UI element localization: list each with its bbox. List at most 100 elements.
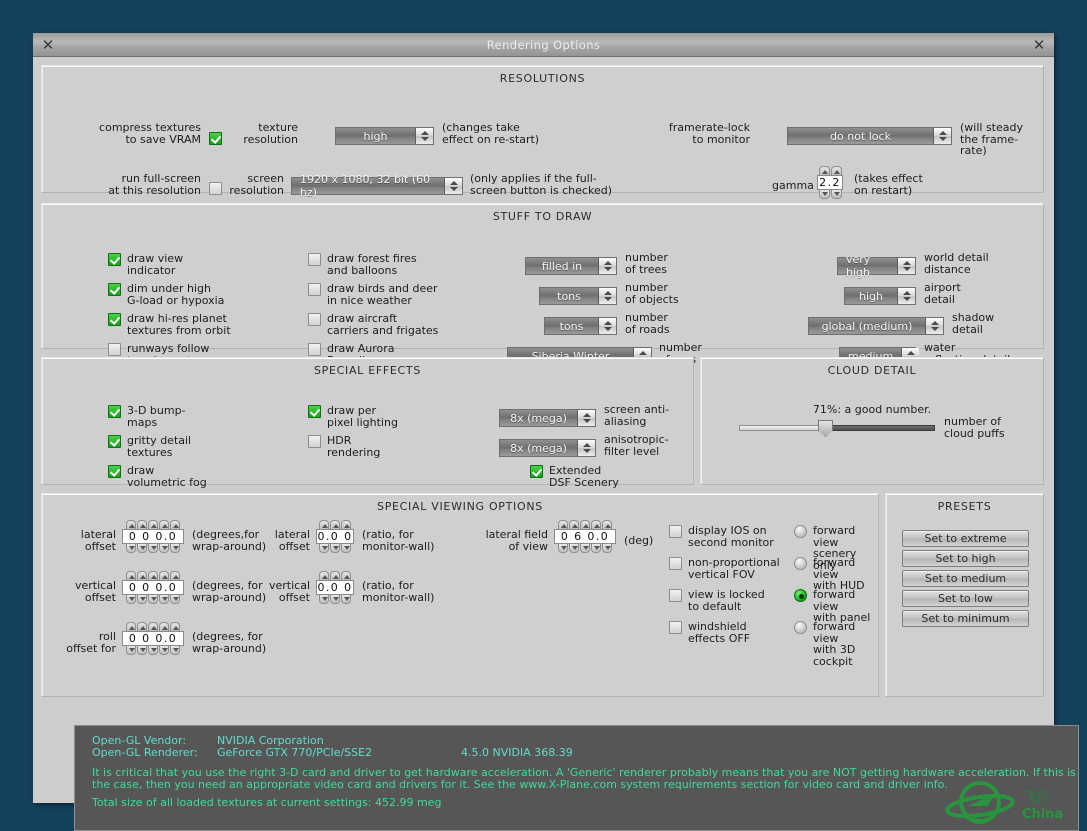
set-to-extreme-button[interactable]: Set to extreme	[902, 530, 1029, 547]
screen-resolution-dropdown[interactable]: 1920 x 1080, 32 bit (60 hz)	[291, 173, 463, 199]
forward-view-scenery-radio[interactable]	[794, 525, 807, 538]
lateral-fov-field[interactable]: 0 6 0.0 0	[554, 529, 616, 556]
forward-view-hud-row[interactable]: forward view with HUD	[794, 557, 878, 592]
hdr-rendering-checkbox[interactable]	[308, 435, 321, 448]
bump-maps-row[interactable]: 3-D bump- maps	[108, 405, 186, 428]
vertical-offset-degrees-note: (degrees, for wrap-around)	[192, 579, 267, 604]
lateral-offset-ratio-spinner[interactable]: 0.0 0	[316, 520, 354, 553]
number-of-roads-dropdown[interactable]: tons	[544, 317, 617, 335]
lateral-offset-ratio-field[interactable]: 0.0 0	[316, 529, 354, 544]
vertical-offset-degrees-field[interactable]: 0 0 0.0 0	[122, 580, 184, 607]
hdr-rendering-row[interactable]: HDR rendering	[308, 435, 380, 458]
forward-view-3d-cockpit-row[interactable]: forward view with 3D cockpit	[794, 621, 878, 667]
chevron-updown-icon	[578, 440, 595, 456]
vertical-offset-degrees-spinner[interactable]: 0 0 0.0 0	[122, 571, 184, 607]
forward-view-panel-row[interactable]: forward view with panel	[794, 589, 878, 624]
display-ios-checkbox[interactable]	[669, 525, 682, 538]
lateral-fov-spinner[interactable]: 0 6 0.0 0	[554, 520, 616, 556]
birds-deer-row[interactable]: draw birds and deer in nice weather	[308, 283, 438, 306]
set-to-high-button[interactable]: Set to high	[902, 550, 1029, 567]
anti-aliasing-label: screen anti- aliasing	[604, 403, 670, 428]
forward-view-panel-radio[interactable]	[794, 589, 807, 602]
compress-textures-checkbox[interactable]	[209, 132, 222, 145]
gritty-textures-checkbox[interactable]	[108, 435, 121, 448]
windshield-effects-checkbox[interactable]	[669, 621, 682, 634]
shadow-detail-dropdown[interactable]: global (medium)	[808, 317, 944, 335]
extended-dsf-checkbox[interactable]	[530, 465, 543, 478]
anisotropic-filter-label: anisotropic- filter level	[604, 433, 669, 458]
lateral-offset-degrees-field[interactable]: 0 0 0.0 0	[122, 529, 184, 556]
set-to-minimum-button[interactable]: Set to minimum	[902, 610, 1029, 627]
vertical-offset-ratio-spinner[interactable]: 0.0 0	[316, 571, 354, 604]
number-of-objects-dropdown[interactable]: tons	[539, 287, 617, 305]
per-pixel-lighting-row[interactable]: draw per pixel lighting	[308, 405, 398, 428]
forest-fires-checkbox[interactable]	[308, 253, 321, 266]
vertical-offset-ratio-field[interactable]: 0.0 0	[316, 580, 354, 595]
increase-arrows[interactable]	[319, 520, 351, 529]
non-proportional-fov-row[interactable]: non-proportional vertical FOV	[669, 557, 780, 580]
anti-aliasing-dropdown[interactable]: 8x (mega)	[499, 409, 596, 427]
decrease-arrows[interactable]	[126, 646, 180, 655]
texture-resolution-dropdown[interactable]: high	[335, 127, 434, 145]
forest-fires-row[interactable]: draw forest fires and balloons	[308, 253, 417, 276]
world-detail-distance-dropdown[interactable]: very high	[837, 253, 916, 279]
increase-arrows[interactable]	[126, 622, 180, 631]
number-of-trees-dropdown[interactable]: filled in	[525, 257, 617, 275]
bump-maps-checkbox[interactable]	[108, 405, 121, 418]
lateral-offset-degrees-spinner[interactable]: 0 0 0.0 0	[122, 520, 184, 556]
per-pixel-lighting-checkbox[interactable]	[308, 405, 321, 418]
roll-offset-spinner[interactable]: 0 0 0.0 0	[122, 622, 184, 658]
windshield-effects-row[interactable]: windshield effects OFF	[669, 621, 750, 644]
volumetric-fog-row[interactable]: draw volumetric fog	[108, 465, 207, 488]
stuff-to-draw-title: STUFF TO DRAW	[492, 210, 593, 223]
decrease-arrows[interactable]	[558, 544, 612, 553]
slider-knob[interactable]	[818, 420, 833, 437]
decrease-arrows[interactable]	[126, 595, 180, 604]
dim-under-g-load-checkbox[interactable]	[108, 283, 121, 296]
increase-arrows[interactable]	[126, 520, 180, 529]
volumetric-fog-checkbox[interactable]	[108, 465, 121, 478]
draw-view-indicator-row[interactable]: draw view indicator	[108, 253, 183, 276]
draw-view-indicator-checkbox[interactable]	[108, 253, 121, 266]
increase-arrows[interactable]	[319, 571, 351, 580]
set-to-medium-button[interactable]: Set to medium	[902, 570, 1029, 587]
view-locked-label: view is locked to default	[688, 588, 765, 613]
increase-arrows[interactable]	[558, 520, 612, 529]
number-of-trees-label: number of trees	[625, 251, 668, 276]
decrease-arrows[interactable]	[319, 544, 351, 553]
dim-under-g-load-row[interactable]: dim under high G-load or hypoxia	[108, 283, 224, 306]
texture-size-line: Total size of all loaded textures at cur…	[92, 796, 442, 809]
cloud-puffs-slider[interactable]	[739, 420, 935, 437]
increase-arrows[interactable]	[126, 571, 180, 580]
forward-view-hud-radio[interactable]	[794, 557, 807, 570]
airport-detail-dropdown[interactable]: high	[844, 287, 916, 305]
display-ios-row[interactable]: display IOS on second monitor	[669, 525, 774, 548]
runways-contours-checkbox[interactable]	[108, 343, 121, 356]
hi-res-planet-row[interactable]: draw hi-res planet textures from orbit	[108, 313, 231, 336]
non-proportional-fov-checkbox[interactable]	[669, 557, 682, 570]
gamma-field[interactable]: 2.2	[817, 175, 843, 190]
close-icon-right[interactable]: ✕	[1030, 36, 1048, 54]
birds-deer-checkbox[interactable]	[308, 283, 321, 296]
extended-dsf-row[interactable]: Extended DSF Scenery	[530, 465, 619, 488]
forward-view-3d-cockpit-radio[interactable]	[794, 621, 807, 634]
anisotropic-filter-dropdown[interactable]: 8x (mega)	[499, 439, 596, 457]
decrease-arrows[interactable]	[126, 544, 180, 553]
framerate-lock-dropdown[interactable]: do not lock	[787, 127, 952, 145]
gamma-decrease-arrows[interactable]	[818, 190, 842, 199]
gritty-textures-row[interactable]: gritty detail textures	[108, 435, 191, 458]
aurora-borealis-checkbox[interactable]	[308, 343, 321, 356]
framerate-lock-value: do not lock	[788, 128, 934, 144]
gamma-increase-arrows[interactable]	[818, 166, 842, 175]
set-to-low-button[interactable]: Set to low	[902, 590, 1029, 607]
hi-res-planet-checkbox[interactable]	[108, 313, 121, 326]
view-locked-checkbox[interactable]	[669, 589, 682, 602]
close-icon-left[interactable]: ✕	[39, 36, 57, 54]
gamma-spinner[interactable]: 2.2	[817, 166, 843, 199]
aircraft-carriers-checkbox[interactable]	[308, 313, 321, 326]
aircraft-carriers-row[interactable]: draw aircraft carriers and frigates	[308, 313, 438, 336]
roll-offset-field[interactable]: 0 0 0.0 0	[122, 631, 184, 658]
view-locked-row[interactable]: view is locked to default	[669, 589, 765, 612]
decrease-arrows[interactable]	[319, 595, 351, 604]
number-of-trees-value: filled in	[526, 258, 599, 274]
